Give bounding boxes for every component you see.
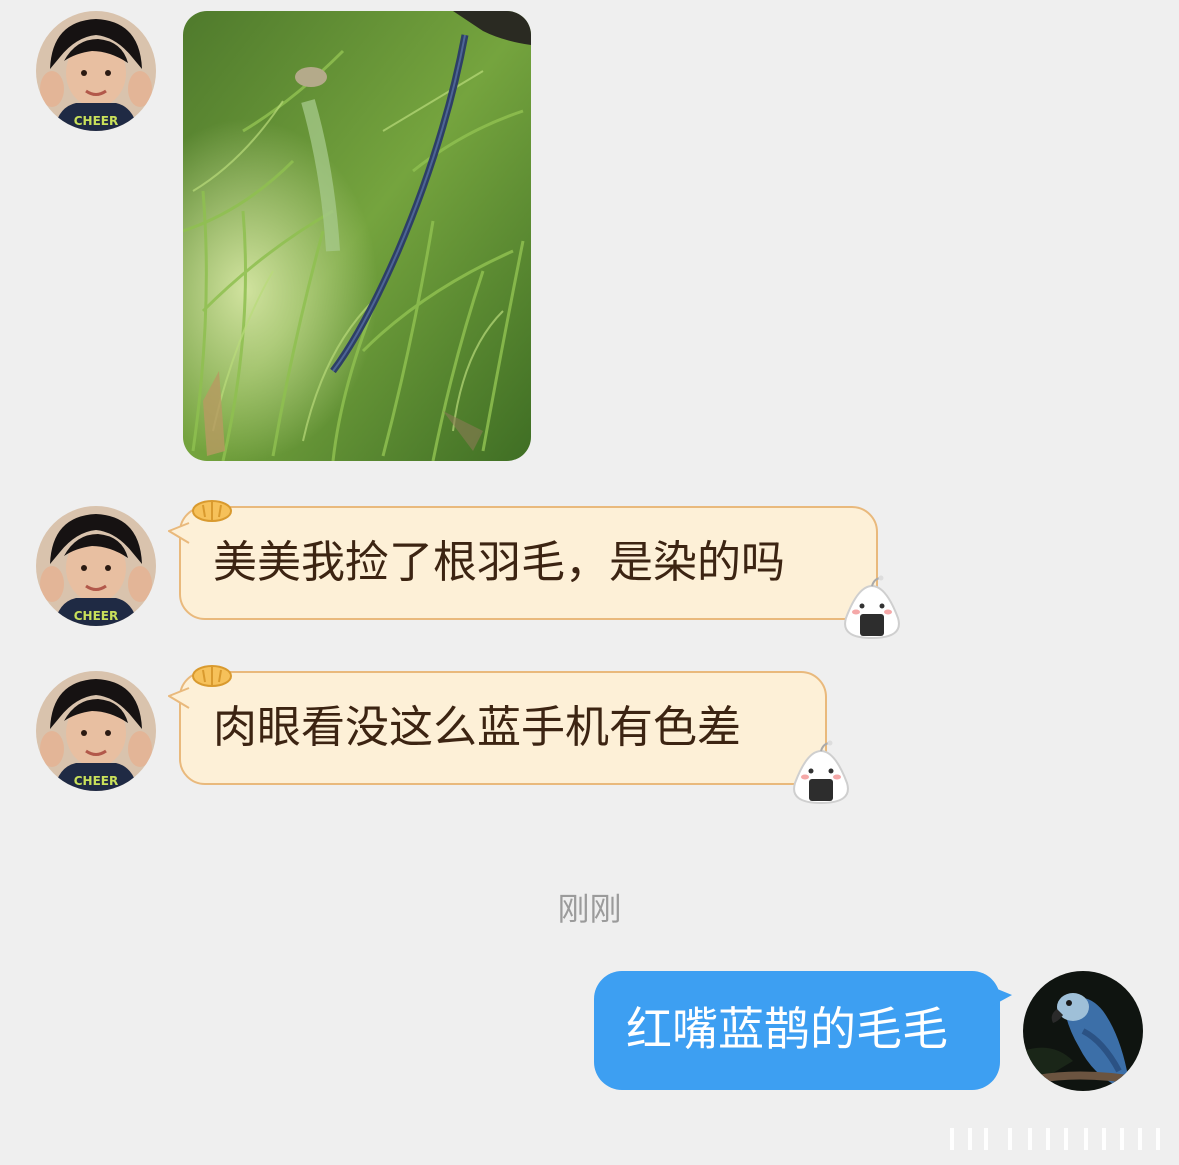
onigiri-icon <box>793 740 849 805</box>
contact-avatar[interactable]: CHEER <box>36 11 156 131</box>
bubble-tail <box>168 522 190 544</box>
message-bubble[interactable]: 肉眼看没这么蓝手机有色差 <box>168 665 827 785</box>
bubble-tail <box>168 687 190 709</box>
user-avatar[interactable] <box>1023 971 1143 1091</box>
message-text: 红嘴蓝鹊的毛毛 <box>626 1002 948 1056</box>
message-text: 美美我捡了根羽毛，是染的吗 <box>213 537 785 588</box>
onigiri-icon <box>844 575 900 640</box>
message-text: 肉眼看没这么蓝手机有色差 <box>213 702 741 753</box>
croissant-icon <box>192 500 232 522</box>
croissant-icon <box>192 665 232 687</box>
svg-text:CHEER: CHEER <box>74 609 118 623</box>
bubble-tail <box>990 986 1012 1007</box>
message-bubble[interactable]: 美美我捡了根羽毛，是染的吗 <box>168 500 878 620</box>
contact-avatar[interactable]: CHEER <box>36 671 156 791</box>
timestamp: 刚刚 <box>557 890 622 928</box>
svg-text:CHEER: CHEER <box>74 774 118 788</box>
watermark-logo <box>950 1128 1160 1150</box>
message-bubble-outgoing[interactable]: 红嘴蓝鹊的毛毛 <box>594 971 1012 1090</box>
contact-avatar[interactable]: CHEER <box>36 506 156 626</box>
svg-text:CHEER: CHEER <box>74 114 118 128</box>
feather-photo[interactable] <box>183 11 531 461</box>
